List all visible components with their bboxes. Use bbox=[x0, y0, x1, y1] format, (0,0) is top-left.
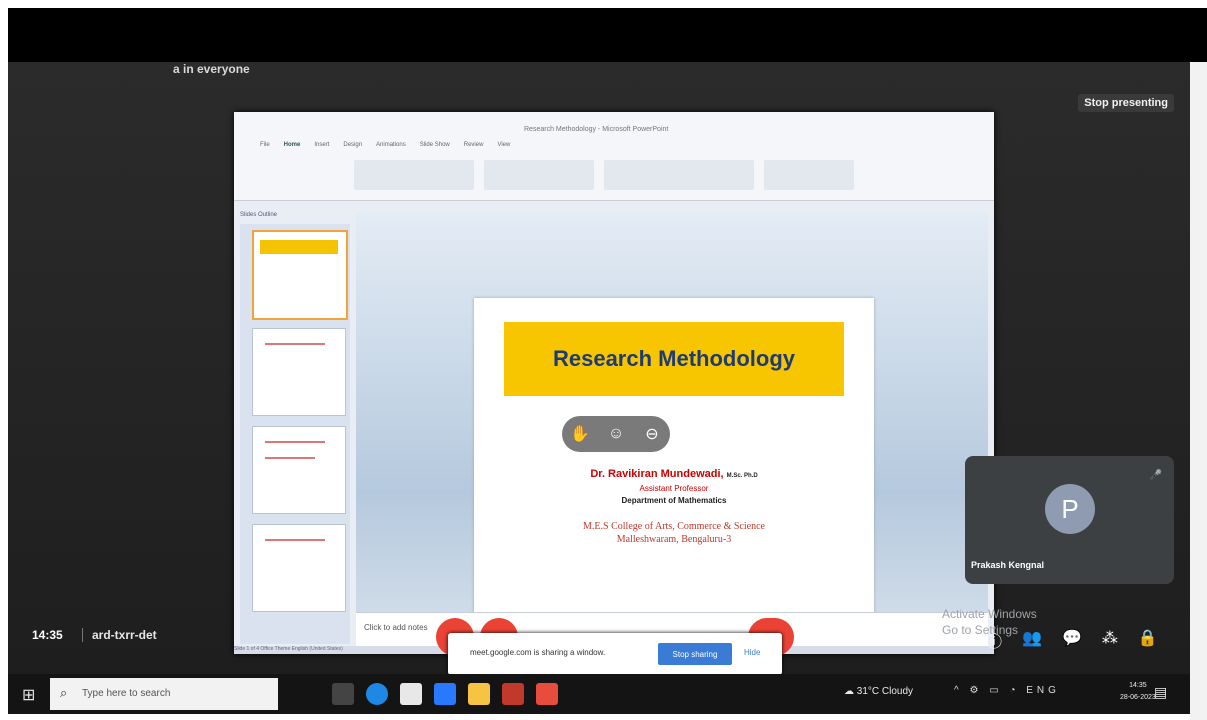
chat-icon[interactable]: 💬 bbox=[1062, 628, 1082, 652]
ribbon-group-paragraph[interactable] bbox=[484, 160, 594, 190]
edge-icon[interactable] bbox=[366, 683, 388, 705]
sharing-notification-bar: meet.google.com is sharing a window. Sto… bbox=[448, 633, 782, 675]
hand-icon[interactable]: ✋ bbox=[569, 424, 591, 444]
stop-sharing-button[interactable]: Stop sharing bbox=[658, 643, 732, 665]
slide-author: Dr. Ravikiran Mundewadi, M.Sc. Ph.D bbox=[474, 468, 874, 480]
meeting-time: 14:35 bbox=[32, 628, 63, 642]
shared-window: Research Methodology - Microsoft PowerPo… bbox=[234, 112, 994, 654]
author-degree: M.Sc. Ph.D bbox=[726, 473, 758, 479]
thumb-line bbox=[265, 457, 315, 459]
weather-widget[interactable]: ☁ 31°C Cloudy bbox=[844, 686, 913, 697]
file-explorer-icon[interactable] bbox=[468, 683, 490, 705]
avatar: P bbox=[1045, 484, 1095, 534]
weather-text: 31°C Cloudy bbox=[856, 686, 914, 697]
ribbon-tab[interactable]: Insert bbox=[314, 142, 329, 148]
windows-taskbar: ⊞ ⌕ Type here to search ☁ 31°C Cloudy ^ … bbox=[8, 674, 1190, 714]
search-placeholder: Type here to search bbox=[82, 688, 171, 699]
ribbon-group-drawing[interactable] bbox=[604, 160, 754, 190]
ppt-window-title: Research Methodology - Microsoft PowerPo… bbox=[524, 126, 669, 133]
minus-circle-icon[interactable]: ⊖ bbox=[641, 424, 663, 444]
mail-icon[interactable] bbox=[434, 683, 456, 705]
participant-name: Prakash Kengnal bbox=[971, 560, 1045, 570]
right-edge-strip bbox=[1190, 62, 1207, 720]
thumb-title-bar bbox=[260, 240, 338, 254]
slide-department: Department of Mathematics bbox=[621, 496, 727, 505]
ribbon-tab[interactable]: Slide Show bbox=[420, 142, 450, 148]
ribbon-tabs: File Home Insert Design Animations Slide… bbox=[260, 142, 510, 148]
slide-canvas: Research Methodology ✋ ☺ ⊖ Dr. Ravikiran… bbox=[356, 212, 988, 618]
ribbon-tab[interactable]: Home bbox=[284, 142, 301, 148]
slides-pane-tabs[interactable]: Slides Outline bbox=[240, 212, 277, 218]
ribbon-tab[interactable]: Design bbox=[343, 142, 362, 148]
thumb-line bbox=[265, 343, 325, 345]
presenting-label: a in everyone bbox=[173, 62, 250, 76]
slide-thumbnail-2[interactable] bbox=[252, 328, 346, 416]
app-icon[interactable] bbox=[536, 683, 558, 705]
ribbon-group-font[interactable] bbox=[354, 160, 474, 190]
stop-presenting-button[interactable]: Stop presenting bbox=[1078, 94, 1174, 112]
notification-icon[interactable]: ▤ bbox=[1154, 684, 1167, 701]
windows-start-icon[interactable]: ⊞ bbox=[22, 685, 35, 705]
slide-college: M.E.S College of Arts, Commerce & Scienc… bbox=[474, 520, 874, 546]
slide-thumbnail-3[interactable] bbox=[252, 426, 346, 514]
language-indicator: ENG bbox=[1026, 685, 1060, 696]
ppt-ribbon: Research Methodology - Microsoft PowerPo… bbox=[234, 112, 994, 201]
slide-role: Assistant Professor bbox=[639, 484, 709, 493]
college-line-1: M.E.S College of Arts, Commerce & Scienc… bbox=[583, 521, 765, 532]
activate-title: Activate Windows bbox=[942, 607, 1037, 621]
ribbon-tab[interactable]: Animations bbox=[376, 142, 406, 148]
presenter-pill: ✋ ☺ ⊖ bbox=[562, 416, 670, 452]
hide-button[interactable]: Hide bbox=[744, 648, 760, 657]
meeting-code: ard-txrr-det bbox=[92, 628, 157, 642]
ribbon-tab[interactable]: Review bbox=[464, 142, 484, 148]
cloud-icon: ☁ bbox=[844, 686, 857, 697]
people-icon[interactable]: 👥 bbox=[1022, 628, 1042, 652]
activities-icon[interactable]: ⁂ bbox=[1102, 628, 1118, 652]
info-icon[interactable]: ⓘ bbox=[986, 628, 1002, 652]
top-black-bar bbox=[8, 8, 1207, 62]
thumb-line bbox=[265, 539, 325, 541]
slide-title: Research Methodology bbox=[504, 322, 844, 396]
store-icon[interactable] bbox=[400, 683, 422, 705]
powerpoint-icon[interactable] bbox=[502, 683, 524, 705]
sharing-message: meet.google.com is sharing a window. bbox=[470, 648, 606, 657]
clock-time: 14:35 bbox=[1129, 682, 1147, 689]
mic-icon: 🎤 bbox=[1149, 470, 1162, 481]
lock-icon[interactable]: 🔒 bbox=[1138, 628, 1158, 652]
taskbar-clock[interactable]: 14:35 28-06-2023 bbox=[1120, 680, 1156, 704]
task-view-icon[interactable] bbox=[332, 683, 354, 705]
emoji-icon[interactable]: ☺ bbox=[605, 425, 627, 443]
current-slide: Research Methodology ✋ ☺ ⊖ Dr. Ravikiran… bbox=[474, 298, 874, 618]
clock-date: 28-06-2023 bbox=[1120, 694, 1156, 701]
slide-thumbnails bbox=[240, 224, 350, 644]
notes-placeholder: Click to add notes bbox=[364, 623, 428, 632]
ribbon-tab[interactable]: File bbox=[260, 142, 270, 148]
college-line-2: Malleshwaram, Bengaluru-3 bbox=[616, 534, 732, 545]
slide-thumbnail-1[interactable] bbox=[252, 230, 348, 320]
thumb-line bbox=[265, 441, 325, 443]
meet-right-controls: ⓘ 👥 💬 ⁂ 🔒 bbox=[986, 628, 1158, 652]
slide-thumbnail-4[interactable] bbox=[252, 524, 346, 612]
system-tray[interactable]: ^ ⚙ ▭ ◔ ENG bbox=[954, 685, 1060, 696]
ribbon-group-editing[interactable] bbox=[764, 160, 854, 190]
taskbar-search[interactable]: ⌕ Type here to search bbox=[50, 678, 278, 710]
divider bbox=[82, 628, 83, 642]
participant-tile[interactable]: 🎤 P Prakash Kengnal bbox=[965, 456, 1174, 584]
ribbon-tab[interactable]: View bbox=[497, 142, 510, 148]
search-icon: ⌕ bbox=[60, 685, 68, 700]
author-name: Dr. Ravikiran Mundewadi, bbox=[590, 468, 724, 480]
meet-stage: a in everyone Stop presenting Research M… bbox=[8, 62, 1190, 674]
